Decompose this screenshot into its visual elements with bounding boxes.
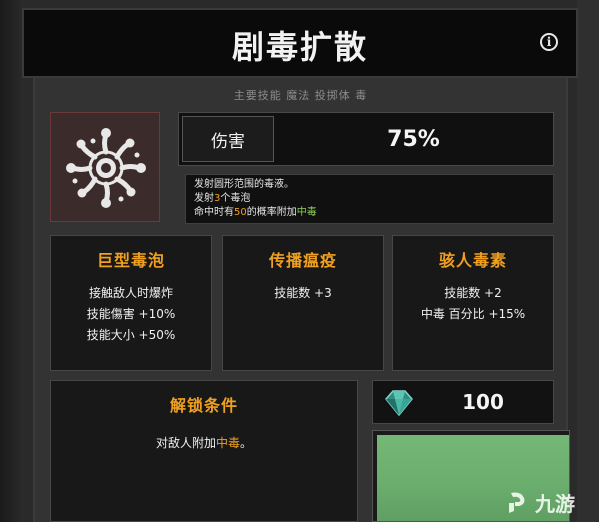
- description-line-2: 发射3个毒泡: [194, 193, 251, 204]
- background-right: [577, 0, 599, 522]
- modifier-card-spread-plague[interactable]: 传播瘟疫 技能数 +3: [222, 235, 384, 371]
- unlock-title: 解锁条件: [169, 396, 238, 415]
- gem-icon: [385, 390, 413, 416]
- damage-label: 伤害: [182, 116, 274, 162]
- watermark-text: 九游: [535, 491, 575, 516]
- background-left: [0, 0, 24, 522]
- modifier-title: 骇人毒素: [438, 251, 507, 270]
- modifier-line: 技能数 +3: [274, 286, 332, 300]
- jiuyou-logo-icon: [509, 492, 525, 513]
- modifier-line: 技能傷害 +10%: [86, 307, 176, 321]
- skill-tags: 主要技能 魔法 投掷体 毒: [233, 89, 368, 102]
- modifier-line: 技能数 +2: [444, 286, 502, 300]
- modifier-line: 技能大小 +50%: [86, 328, 176, 342]
- modifier-line: 中毒 百分比 +15%: [420, 307, 526, 321]
- cost-value: 100: [462, 390, 504, 414]
- modifier-card-giant-bubble[interactable]: 巨型毒泡 接触敌人时爆炸 技能傷害 +10% 技能大小 +50%: [50, 235, 212, 371]
- skill-icon-frame: [50, 112, 160, 222]
- modifier-line: 接触敌人时爆炸: [88, 286, 173, 300]
- modifier-title: 传播瘟疫: [268, 251, 337, 270]
- modifier-title: 巨型毒泡: [96, 251, 165, 270]
- skill-detail-panel: 主要技能 魔法 投掷体 毒 伤害 75% 发射圆形范围的毒液。 发射3个毒泡 命…: [33, 78, 570, 522]
- description-line-3: 命中时有50的概率附加中毒: [194, 207, 317, 218]
- unlock-cost: 100: [372, 380, 554, 424]
- modifier-card-terrifying-toxin[interactable]: 骇人毒素 技能数 +2 中毒 百分比 +15%: [392, 235, 554, 371]
- skill-description: 发射圆形范围的毒液。 发射3个毒泡 命中时有50的概率附加中毒: [185, 174, 554, 224]
- damage-stat: 伤害 75%: [178, 112, 554, 166]
- poison-burst-icon: [66, 128, 146, 208]
- skill-title: 剧毒扩散: [231, 28, 368, 66]
- unlock-condition: 解锁条件 对敌人附加中毒。: [50, 380, 358, 522]
- skill-title-bar: 剧毒扩散 i: [22, 8, 578, 78]
- damage-value: 75%: [387, 126, 440, 152]
- info-icon[interactable]: i: [540, 33, 558, 51]
- description-line-1: 发射圆形范围的毒液。: [194, 179, 294, 190]
- watermark: 九游: [505, 482, 599, 522]
- unlock-text: 对敌人附加中毒。: [155, 436, 253, 450]
